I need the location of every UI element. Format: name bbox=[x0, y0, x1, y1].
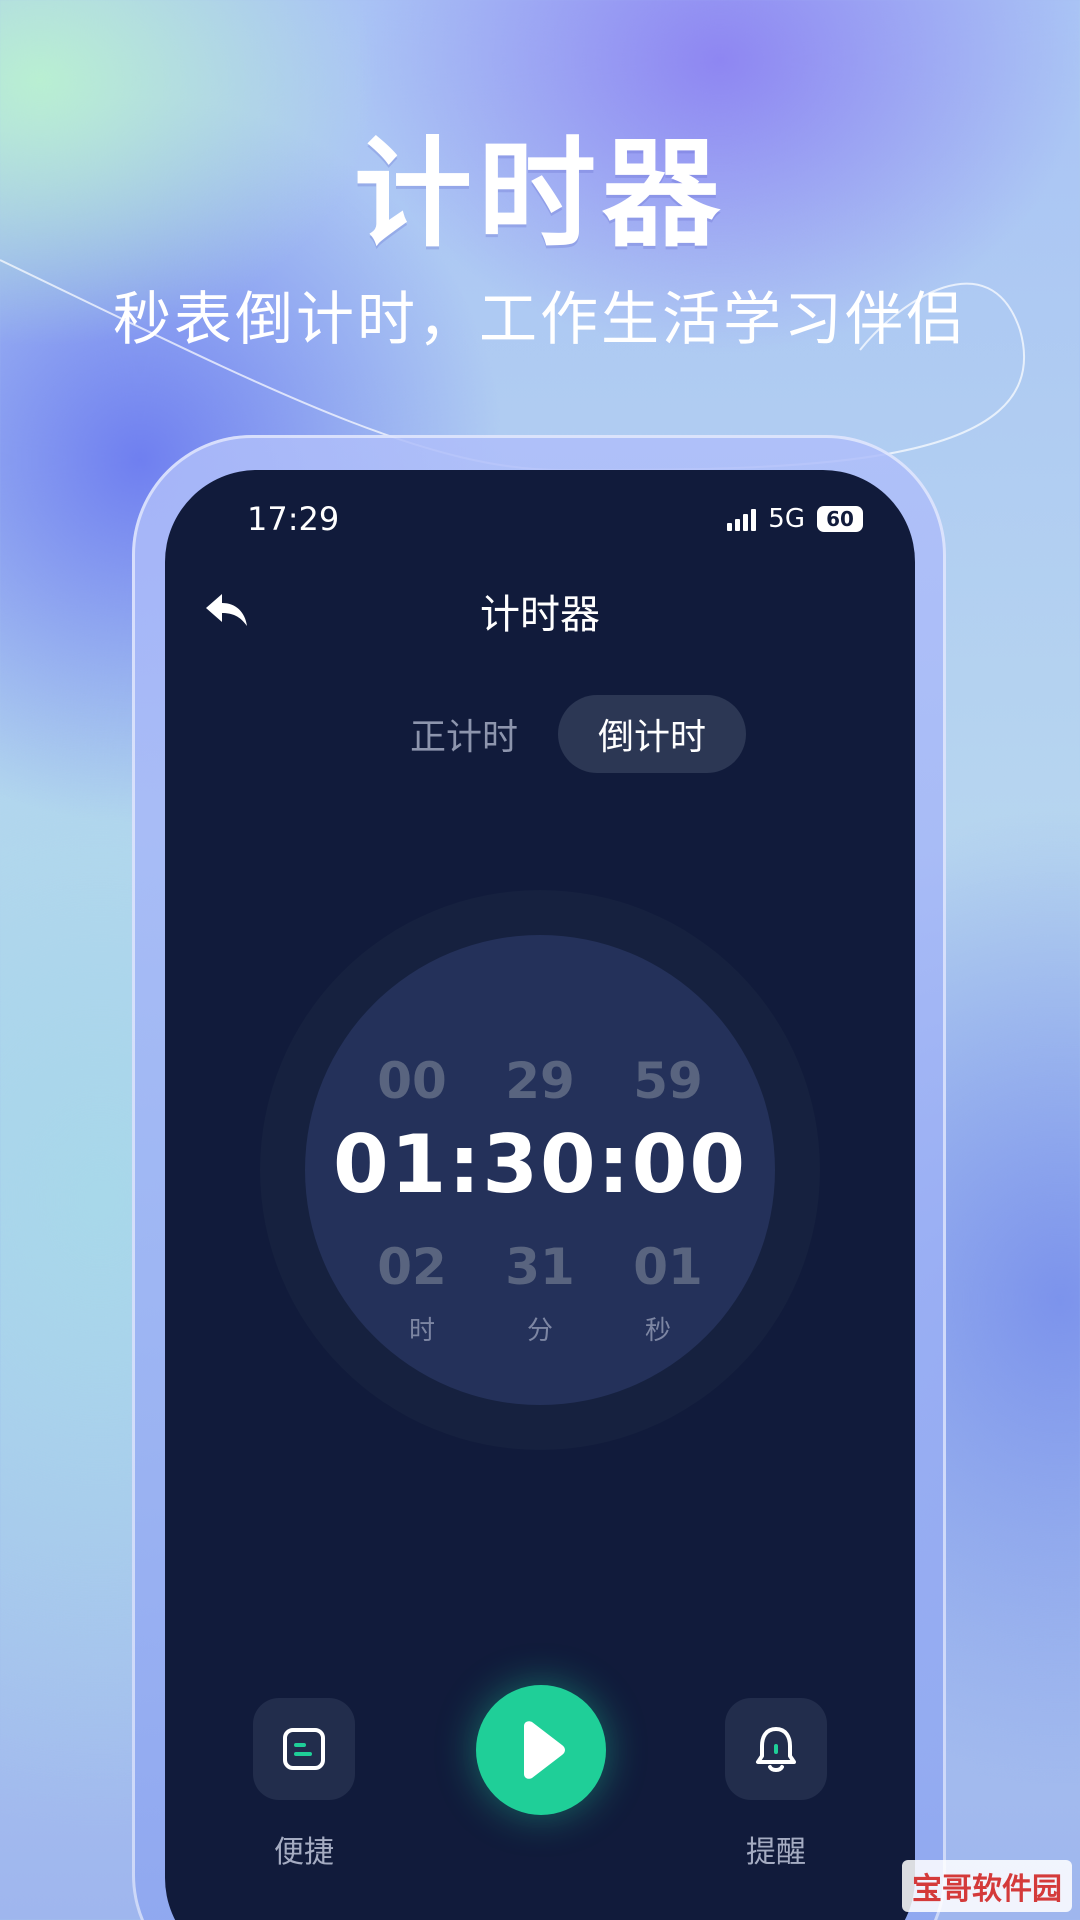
battery-level: 60 bbox=[826, 507, 854, 531]
picker-units: 时 分 秒 bbox=[165, 1310, 915, 1347]
play-button[interactable] bbox=[476, 1685, 606, 1815]
unit-hour: 时 bbox=[408, 1316, 435, 1346]
watermark: 宝哥软件园 bbox=[902, 1860, 1072, 1912]
mode-tabs: 正计时 倒计时 bbox=[370, 695, 747, 773]
minute-prev[interactable]: 29 bbox=[476, 1052, 604, 1110]
battery-icon: 60 bbox=[817, 506, 863, 532]
bell-icon bbox=[756, 1727, 796, 1772]
unit-second: 秒 bbox=[644, 1316, 671, 1346]
shortcut-icon bbox=[283, 1728, 325, 1770]
signal-icon bbox=[727, 507, 757, 531]
picker-next-row: 02 31 01 bbox=[165, 1238, 915, 1296]
phone-screen: 17:29 5G 60 计时器 正计时 倒计时 00 29 59 01:30:0… bbox=[165, 470, 915, 1920]
nav-title: 计时器 bbox=[480, 592, 600, 638]
hour-prev[interactable]: 00 bbox=[348, 1052, 476, 1110]
unit-minute: 分 bbox=[526, 1316, 553, 1346]
hour-next[interactable]: 02 bbox=[348, 1238, 476, 1296]
reminder-button[interactable] bbox=[725, 1698, 827, 1800]
picker-current-row: 01:30:00 bbox=[165, 1118, 915, 1211]
network-type: 5G bbox=[768, 504, 805, 534]
status-indicators: 5G 60 bbox=[727, 504, 863, 534]
tab-count-up[interactable]: 正计时 bbox=[370, 695, 558, 773]
minute-next[interactable]: 31 bbox=[476, 1238, 604, 1296]
play-icon bbox=[524, 1721, 565, 1779]
reminder-label: 提醒 bbox=[746, 1835, 806, 1870]
picker-prev-row: 00 29 59 bbox=[165, 1052, 915, 1110]
shortcut-label: 便捷 bbox=[274, 1835, 334, 1870]
shortcut-button[interactable] bbox=[253, 1698, 355, 1800]
promo-subtitle: 秒表倒计时，工作生活学习伴侣 bbox=[112, 285, 967, 353]
tab-countdown[interactable]: 倒计时 bbox=[558, 695, 747, 773]
second-next[interactable]: 01 bbox=[604, 1238, 732, 1296]
current-time-value[interactable]: 01:30:00 bbox=[333, 1118, 747, 1211]
status-time: 17:29 bbox=[247, 500, 340, 538]
promo-title: 计时器 bbox=[353, 125, 726, 263]
second-prev[interactable]: 59 bbox=[604, 1052, 732, 1110]
